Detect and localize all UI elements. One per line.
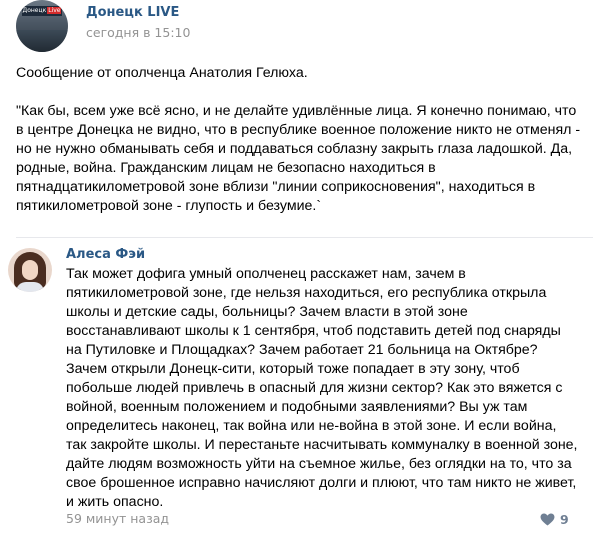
comment-time[interactable]: 59 минут назад xyxy=(66,511,169,526)
comment-avatar[interactable] xyxy=(8,248,52,292)
group-name-link[interactable]: Донецк LIVE xyxy=(86,5,179,20)
like-button[interactable]: 9 xyxy=(540,510,569,528)
group-avatar[interactable]: Донецк Live xyxy=(16,0,68,52)
post-text: Сообщение от ополченца Анатолия Гелюха. … xyxy=(16,64,582,216)
avatar-shirt xyxy=(16,282,44,292)
group-logo: Донецк Live xyxy=(22,6,62,16)
divider xyxy=(16,237,593,238)
like-count: 9 xyxy=(560,511,569,527)
avatar-face xyxy=(22,260,38,280)
group-logo-live: Live xyxy=(47,7,62,14)
post-time[interactable]: сегодня в 15:10 xyxy=(86,25,190,40)
comment-author-link[interactable]: Алеса Фэй xyxy=(66,247,145,262)
group-logo-text: Донецк xyxy=(22,7,47,14)
post-header: Донецк Live Донецк LIVE сегодня в 15:10 xyxy=(16,0,576,52)
heart-icon xyxy=(540,513,555,526)
comment: Алеса Фэй Так может дофига умный ополчен… xyxy=(0,240,593,549)
comment-text: Так может дофига умный ополченец расскаж… xyxy=(66,266,578,510)
post-quote: "Как бы, всем уже всё ясно, и не делайте… xyxy=(16,103,581,214)
avatar-cityscape xyxy=(16,30,68,52)
post-intro: Сообщение от ополченца Анатолия Гелюха. xyxy=(16,65,308,81)
